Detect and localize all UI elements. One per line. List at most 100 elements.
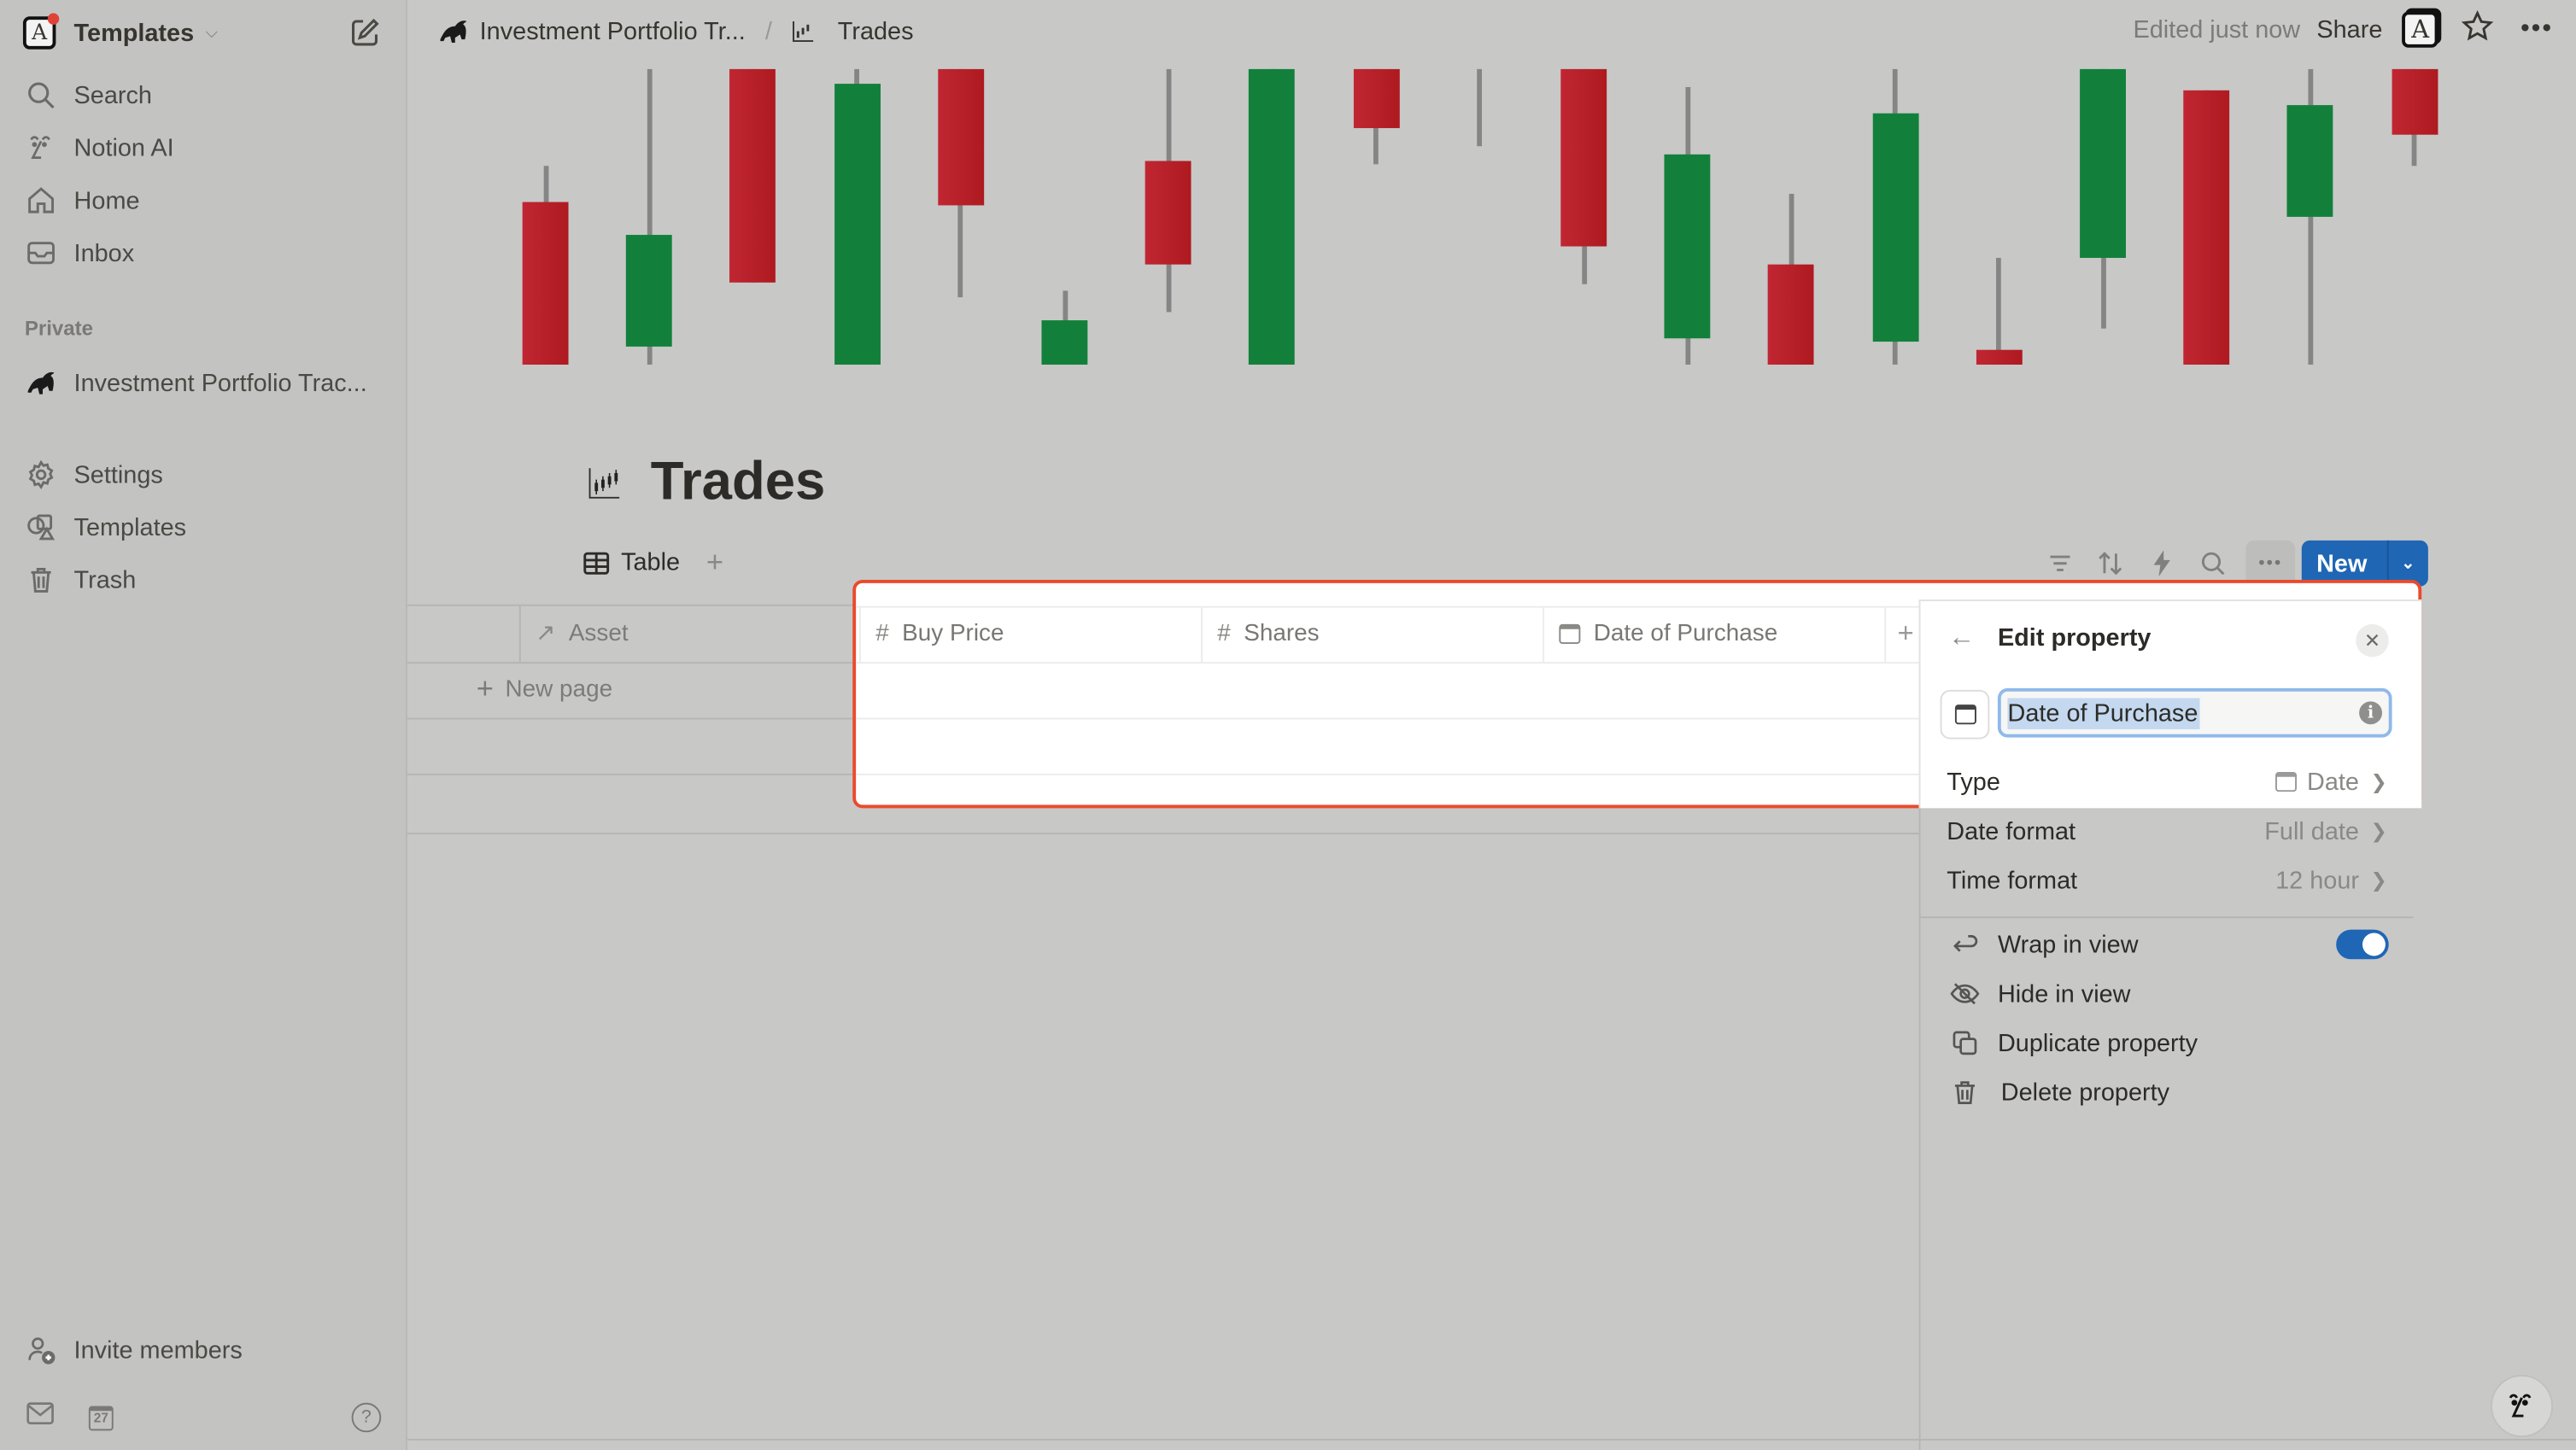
number-icon: # [875, 621, 889, 647]
toggle-knob [2362, 933, 2386, 956]
breadcrumb-item-investment-portfolio[interactable]: Investment Portfolio Tr... [437, 16, 746, 46]
duplicate-property-item[interactable]: Duplicate property [1948, 1023, 2198, 1062]
edit-property-title: Edit property [1997, 623, 2152, 652]
sidebar-footer: 27 ? [26, 1401, 382, 1434]
trash-icon [1948, 1079, 1981, 1106]
selected-text-highlight: Date of Purchase [2007, 698, 2200, 730]
favorite-star-icon[interactable] [2462, 9, 2494, 50]
new-page-button[interactable] [348, 16, 381, 49]
time-format-row[interactable]: Time format 12 hour ❯ [1947, 861, 2386, 900]
sidebar-item-trash[interactable]: Trash [23, 557, 136, 603]
column-divider [1201, 605, 1203, 663]
calendar-icon [2275, 772, 2298, 792]
column-divider [858, 605, 861, 663]
invite-members-button[interactable]: Invite members [23, 1327, 243, 1373]
notion-ai-button[interactable] [2490, 1374, 2554, 1438]
sidebar-item-label: Search [73, 81, 152, 109]
eye-off-icon [1948, 982, 1981, 1005]
candle-body [1871, 113, 1918, 342]
column-header-asset[interactable]: ↗ Asset [536, 608, 629, 661]
add-view-button[interactable]: + [706, 546, 723, 580]
column-divider [1884, 605, 1887, 663]
candle-body [1976, 349, 2023, 365]
column-header-date-of-purchase[interactable]: Date of Purchase [1559, 606, 1777, 662]
topbar: Investment Portfolio Tr... / Trades Edit… [407, 0, 2576, 66]
templates-icon [23, 509, 59, 545]
chevron-right-icon: ❯ [2370, 868, 2387, 892]
column-divider [1543, 605, 1545, 663]
plus-icon: + [476, 671, 495, 705]
sidebar-item-settings[interactable]: Settings [23, 452, 163, 498]
sidebar-item-label: Inbox [73, 238, 135, 267]
tab-table[interactable]: Table [583, 548, 680, 576]
info-icon[interactable]: i [2359, 701, 2383, 725]
notion-window: A Templates ⌵ Search Notion AI Home Inbo… [0, 0, 2576, 1450]
private-section-label: Private [24, 317, 94, 341]
candle-body [1560, 68, 1607, 247]
column-header-buy-price[interactable]: # Buy Price [875, 606, 1004, 662]
calendar-icon[interactable]: 27 [88, 1405, 114, 1430]
candle-body [626, 234, 673, 348]
plus-icon: + [1897, 617, 1914, 649]
candle-wick [1477, 68, 1483, 146]
notion-ai-icon [2509, 1394, 2532, 1418]
more-options-icon[interactable]: ••• [2520, 15, 2553, 44]
compose-icon [352, 18, 379, 46]
table-border [407, 833, 1919, 835]
page-cover-candlesticks[interactable] [407, 68, 2576, 365]
close-icon[interactable]: ✕ [2356, 623, 2389, 658]
user-avatar[interactable]: A [2402, 11, 2438, 48]
candle-body [1249, 68, 1296, 365]
sidebar-item-notion-ai[interactable]: Notion AI [23, 125, 174, 171]
sidebar-item-label: Notion AI [73, 133, 174, 162]
sidebar: A Templates ⌵ Search Notion AI Home Inbo… [0, 0, 408, 1450]
table-icon [583, 551, 610, 574]
sidebar-item-home[interactable]: Home [23, 178, 140, 224]
delete-property-item[interactable]: Delete property [1948, 1073, 2169, 1112]
date-format-row[interactable]: Date format Full date ❯ [1947, 811, 2386, 851]
invite-user-icon [23, 1332, 59, 1368]
breadcrumb-item-trades[interactable]: Trades [792, 17, 914, 45]
breadcrumb-separator: / [764, 17, 772, 45]
duplicate-icon [1948, 1030, 1981, 1056]
column-header-shares[interactable]: # Shares [1217, 606, 1319, 662]
page-title[interactable]: Trades [651, 450, 826, 512]
candle-body [1664, 155, 1711, 338]
candle-body [2287, 104, 2334, 217]
workspace-switcher[interactable]: A Templates ⌵ [22, 13, 218, 52]
search-icon [23, 77, 59, 113]
candle-body [1145, 161, 1191, 265]
sidebar-item-label: Trash [73, 565, 137, 594]
sidebar-item-label: Invite members [73, 1336, 243, 1365]
candle-body [1041, 320, 1088, 365]
column-divider [518, 605, 521, 663]
hide-in-view-item[interactable]: Hide in view [1948, 974, 2131, 1014]
notion-ai-icon [23, 130, 59, 166]
candle-body [834, 84, 881, 365]
sidebar-item-inbox[interactable]: Inbox [23, 230, 134, 276]
wrap-in-view-toggle[interactable] [2336, 929, 2389, 960]
sidebar-item-templates[interactable]: Templates [23, 505, 186, 551]
topbar-actions: Edited just now Share A ••• [2133, 9, 2553, 50]
candle-body [2391, 68, 2438, 134]
property-type-row[interactable]: Type Date ❯ [1947, 762, 2386, 801]
new-page-row-button[interactable]: + New page [477, 672, 612, 706]
wrap-in-view-item[interactable]: Wrap in view [1948, 925, 2139, 964]
add-property-button[interactable]: + [1898, 606, 1914, 662]
chevron-right-icon: ❯ [2370, 819, 2387, 843]
notification-dot [47, 13, 60, 25]
share-button[interactable]: Share [2316, 15, 2382, 44]
sidebar-item-label: Home [73, 186, 140, 215]
candlestick-chart-icon[interactable] [588, 466, 621, 499]
candle-body [937, 68, 984, 206]
sidebar-item-investment-portfolio[interactable]: Investment Portfolio Trac... [23, 360, 367, 406]
back-arrow-icon[interactable]: ← [1948, 624, 1975, 654]
calendar-icon [1559, 623, 1581, 645]
mail-icon[interactable] [26, 1401, 55, 1434]
horizontal-scrollbar[interactable] [407, 1438, 2576, 1441]
property-icon-picker[interactable] [1940, 689, 1990, 740]
candle-body [2183, 90, 2230, 365]
breadcrumb: Investment Portfolio Tr... / Trades [437, 16, 914, 46]
sidebar-item-search[interactable]: Search [23, 73, 152, 119]
help-icon[interactable]: ? [351, 1402, 382, 1433]
